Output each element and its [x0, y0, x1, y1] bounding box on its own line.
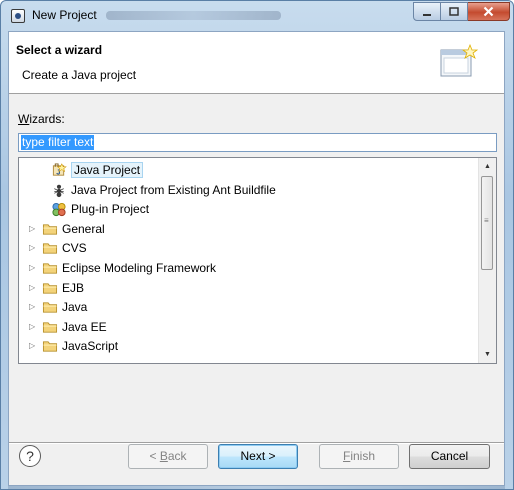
tree-item[interactable]: J Java Project	[19, 161, 479, 180]
back-button[interactable]: < Back	[128, 444, 208, 469]
expand-arrow-icon[interactable]: ▷	[29, 341, 35, 350]
maximize-button[interactable]	[441, 2, 468, 21]
folder-icon	[42, 341, 58, 353]
new-project-window: New Project Select a wizard Create a Jav…	[0, 0, 514, 490]
tree-item-label: CVS	[62, 241, 87, 256]
title-bar[interactable]: New Project	[1, 1, 513, 31]
close-icon	[483, 6, 494, 17]
tree-item[interactable]: ▷ Eclipse Modeling Framework	[19, 259, 479, 278]
scroll-down-arrow-icon[interactable]: ▼	[479, 346, 496, 363]
scroll-up-arrow-icon[interactable]: ▲	[479, 158, 496, 175]
tree-item-label: Plug-in Project	[71, 202, 150, 217]
eclipse-app-icon	[11, 9, 25, 23]
expand-arrow-icon[interactable]: ▷	[29, 263, 35, 272]
tree-item[interactable]: ▷ CVS	[19, 239, 479, 258]
wizards-label: Wizards:	[18, 112, 65, 126]
expand-arrow-icon[interactable]: ▷	[29, 322, 35, 331]
expand-arrow-icon[interactable]: ▷	[29, 283, 35, 292]
tree-item-label: EJB	[62, 280, 85, 295]
maximize-icon	[449, 7, 459, 16]
folder-icon	[42, 302, 58, 313]
filter-input[interactable]: type filter text	[18, 133, 497, 152]
blurred-title-region	[106, 11, 281, 20]
tree-item-label: Java Project from Existing Ant Buildfile	[71, 182, 276, 197]
cancel-button[interactable]: Cancel	[409, 444, 490, 469]
folder-icon	[42, 282, 58, 294]
filter-text: type filter text	[21, 135, 95, 150]
tree-item-label: JavaScript	[62, 339, 119, 354]
close-button[interactable]	[468, 2, 510, 21]
minimize-icon	[423, 14, 431, 16]
tree-item[interactable]: ▷ Java	[19, 298, 479, 317]
wizard-banner: Select a wizard Create a Java project	[9, 32, 504, 94]
tree-item[interactable]: ▷ General	[19, 220, 479, 239]
banner-description: Create a Java project	[22, 68, 137, 82]
tree-item-label: Java Project	[71, 162, 144, 178]
java-project-icon: J	[52, 163, 67, 176]
expand-arrow-icon[interactable]: ▷	[29, 302, 35, 311]
folder-icon	[42, 263, 58, 274]
window-title: New Project	[32, 8, 97, 22]
tree-item-label: General	[62, 221, 105, 236]
help-button[interactable]: ?	[19, 445, 41, 467]
ant-icon	[54, 184, 64, 197]
tree-item[interactable]: ▷ EJB	[19, 279, 479, 298]
minimize-button[interactable]	[413, 2, 441, 21]
finish-button[interactable]: Finish	[319, 444, 399, 469]
tree-item-label: Java	[62, 300, 88, 315]
tree-item-label: Eclipse Modeling Framework	[62, 261, 217, 275]
tree-item-label: Java EE	[62, 319, 107, 334]
folder-icon	[42, 243, 58, 255]
grip-icon: ≡	[484, 216, 489, 225]
tree-item[interactable]: Java Project from Existing Ant Buildfile	[19, 181, 479, 200]
dialog-client-area: Select a wizard Create a Java project Wi…	[8, 31, 505, 486]
blurred-taskbar-region	[8, 486, 505, 489]
wizard-tree[interactable]: J Java Project Java Project from Existing …	[18, 157, 497, 364]
next-button[interactable]: Next >	[218, 444, 298, 469]
plugin-icon	[52, 203, 66, 217]
expand-arrow-icon[interactable]: ▷	[29, 243, 35, 252]
expand-arrow-icon[interactable]: ▷	[29, 224, 35, 233]
scrollbar-thumb[interactable]: ≡	[481, 176, 493, 270]
banner-title: Select a wizard	[16, 43, 103, 57]
folder-icon	[42, 224, 58, 235]
tree-item[interactable]: ▷ Java EE	[19, 318, 479, 337]
vertical-scrollbar[interactable]: ▲ ≡ ▼	[478, 158, 496, 363]
tree-item[interactable]: ▷ JavaScript	[19, 337, 479, 356]
tree-item[interactable]: Plug-in Project	[19, 200, 479, 219]
new-wizard-icon	[440, 44, 479, 77]
folder-icon	[42, 322, 58, 333]
